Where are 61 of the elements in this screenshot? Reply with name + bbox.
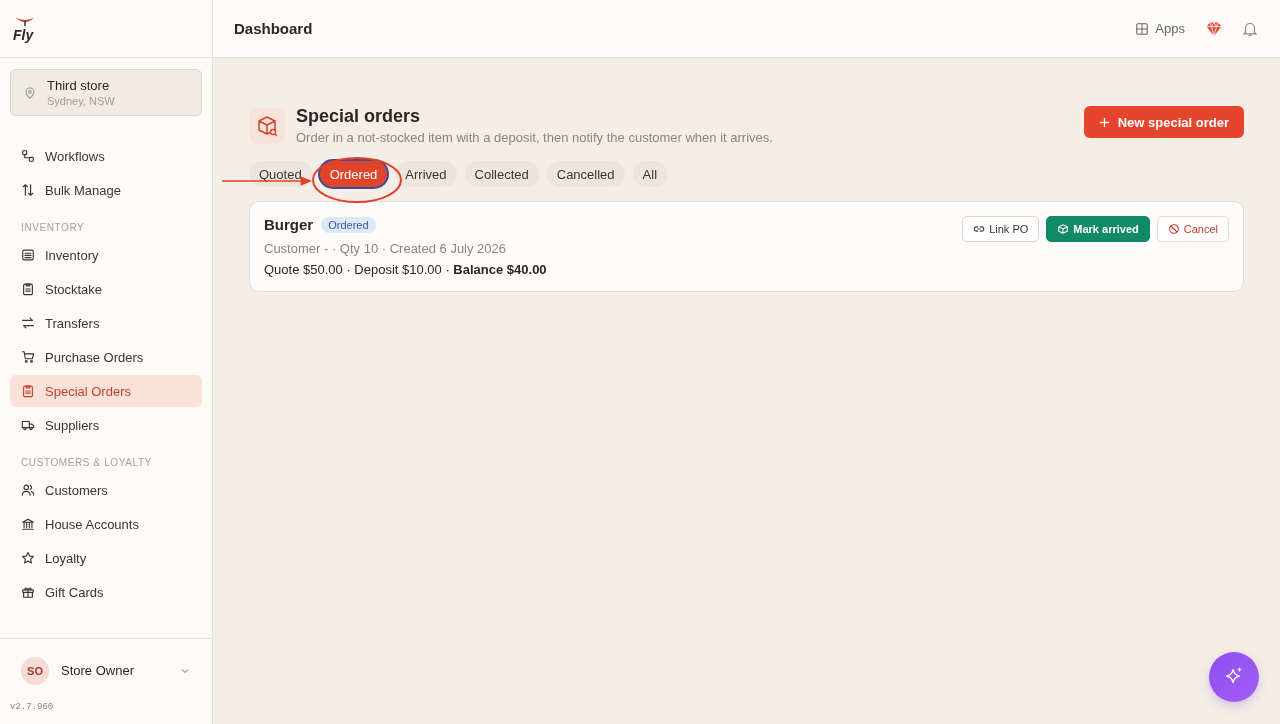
page-header-title: Dashboard bbox=[234, 20, 313, 37]
sort-arrows-icon bbox=[21, 183, 35, 197]
sidebar-item[interactable]: Suppliers bbox=[10, 409, 202, 441]
new-special-order-button[interactable]: New special order bbox=[1083, 106, 1244, 138]
list-icon bbox=[21, 248, 35, 262]
truck-icon bbox=[21, 418, 35, 432]
sidebar-item[interactable]: Bulk Manage bbox=[10, 174, 202, 206]
page-title: Special orders bbox=[296, 106, 422, 127]
user-avatar: SO bbox=[21, 656, 49, 685]
apps-button[interactable]: Apps bbox=[1133, 19, 1187, 38]
sidebar-item[interactable]: Workflows bbox=[10, 140, 202, 172]
star-icon bbox=[21, 551, 35, 565]
clipboard-icon bbox=[21, 282, 35, 296]
sidebar-item[interactable]: Loyalty bbox=[10, 542, 202, 574]
link-icon bbox=[973, 223, 986, 235]
sidebar-item[interactable]: Transfers bbox=[10, 307, 202, 339]
bank-icon bbox=[21, 517, 35, 531]
swap-arrows-icon bbox=[21, 316, 35, 330]
link-po-button[interactable]: Link PO bbox=[962, 216, 1040, 242]
ai-assistant-button[interactable] bbox=[1209, 652, 1259, 702]
filter-tab[interactable]: Collected bbox=[464, 161, 539, 187]
mark-arrived-button[interactable]: Mark arrived bbox=[1046, 216, 1150, 242]
order-meta: Customer - · Qty 10 · Created 6 July 2026 bbox=[264, 241, 508, 256]
user-menu[interactable]: SO Store Owner bbox=[0, 638, 212, 702]
filter-tab[interactable]: Ordered bbox=[319, 161, 388, 187]
cart-icon bbox=[21, 350, 35, 364]
package-icon bbox=[1057, 223, 1070, 235]
cancel-button[interactable]: Cancel bbox=[1156, 216, 1229, 242]
store-location: Sydney, NSW bbox=[47, 95, 115, 107]
store-selector[interactable]: Third store Sydney, NSW bbox=[10, 69, 202, 116]
sidebar-item[interactable]: Gift Cards bbox=[10, 576, 202, 608]
gem-icon[interactable] bbox=[1205, 19, 1223, 38]
version-label: v2.7.960 bbox=[9, 702, 55, 714]
section-heading: INVENTORY bbox=[20, 221, 86, 235]
sidebar-item[interactable]: Special Orders bbox=[10, 375, 202, 407]
sidebar-item[interactable]: Inventory bbox=[10, 239, 202, 271]
filter-tab[interactable]: Cancelled bbox=[546, 161, 625, 187]
user-name: Store Owner bbox=[61, 663, 135, 678]
page-description: Order in a not-stocked item with a deposit, then notify the customer when it arrives. bbox=[296, 130, 773, 145]
filter-tab[interactable]: Quoted bbox=[249, 161, 312, 187]
users-icon bbox=[21, 483, 35, 497]
filter-tab[interactable]: Arrived bbox=[395, 161, 457, 187]
store-name: Third store bbox=[47, 78, 111, 93]
sidebar-item[interactable]: Purchase Orders bbox=[10, 341, 202, 373]
plus-icon bbox=[1098, 116, 1110, 128]
package-search-icon bbox=[249, 108, 285, 144]
sidebar-item[interactable]: Stocktake bbox=[10, 273, 202, 305]
order-amounts: Quote $50.00 · Deposit $10.00 · Balance $40.00 bbox=[264, 262, 547, 277]
clipboard-icon bbox=[21, 384, 35, 398]
logo-text: Fly bbox=[13, 27, 34, 42]
status-badge: Ordered bbox=[321, 216, 376, 233]
gift-icon bbox=[21, 585, 35, 599]
location-pin-icon bbox=[23, 85, 37, 100]
section-heading: CUSTOMERS & LOYALTY bbox=[20, 456, 153, 470]
order-name: Burger bbox=[264, 216, 314, 233]
filter-tab[interactable]: All bbox=[632, 161, 668, 187]
sidebar-item[interactable]: House Accounts bbox=[10, 508, 202, 540]
sidebar-item[interactable]: Customers bbox=[10, 474, 202, 506]
workflow-icon bbox=[21, 149, 35, 163]
grid-icon bbox=[1135, 21, 1150, 36]
prohibited-icon bbox=[1167, 223, 1180, 235]
